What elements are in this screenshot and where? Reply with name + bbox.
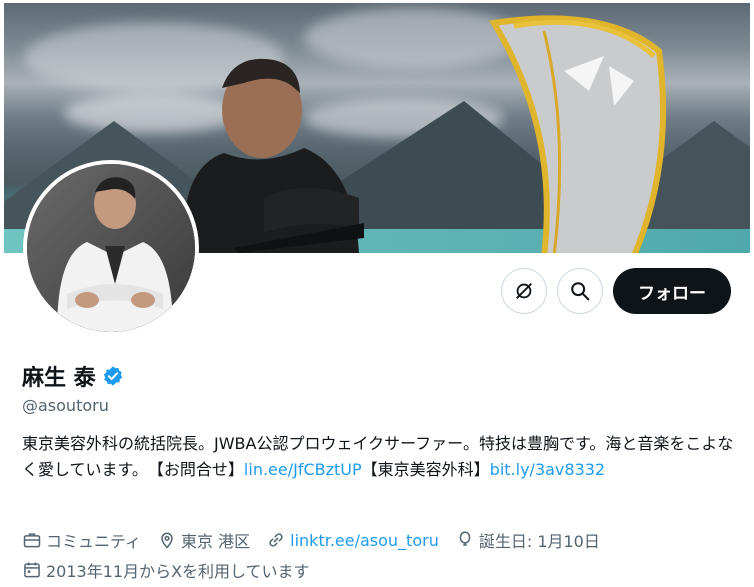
- avatar-photo: [27, 164, 195, 332]
- banner-kite-figure: [489, 15, 667, 253]
- grok-button[interactable]: [501, 268, 547, 314]
- link-icon: [269, 533, 283, 547]
- profile-meta: コミュニティ 東京 港区 linktr.ee/asou_toru 誕生日: 1月…: [22, 528, 616, 552]
- meta-location: 東京 港区: [157, 528, 250, 552]
- balloon-icon: [459, 531, 471, 546]
- location-pin-icon: [161, 532, 173, 549]
- profile-bio: 東京美容外科の統括院長。JWBA公認プロウェイクサーファー。特技は豊胸です。海と…: [22, 431, 734, 483]
- profile-avatar[interactable]: [23, 160, 199, 336]
- meta-birthday-label: 誕生日: 1月10日: [478, 532, 600, 551]
- follow-button[interactable]: フォロー: [613, 268, 731, 314]
- meta-joined: 2013年11月からXを利用しています: [22, 558, 310, 582]
- profile-handle: @asoutoru: [22, 396, 109, 415]
- meta-location-label: 東京 港区: [181, 532, 251, 551]
- grok-icon: [516, 283, 532, 299]
- profile-name: 麻生 泰: [22, 366, 96, 391]
- meta-category-label: コミュニティ: [46, 532, 142, 551]
- meta-joined-label: 2013年11月からXを利用しています: [46, 562, 310, 581]
- bio-text-2: 【東京美容外科】: [361, 460, 490, 479]
- search-button[interactable]: [557, 268, 603, 314]
- meta-category: コミュニティ: [22, 528, 141, 552]
- profile-name-row: 麻生 泰: [22, 360, 124, 392]
- calendar-icon: [24, 562, 40, 578]
- meta-website-link[interactable]: linktr.ee/asou_toru: [290, 531, 439, 550]
- meta-birthday: 誕生日: 1月10日: [455, 528, 600, 552]
- verified-badge-icon[interactable]: [102, 365, 124, 387]
- briefcase-icon: [23, 533, 41, 548]
- search-icon: [571, 282, 590, 301]
- meta-website[interactable]: linktr.ee/asou_toru: [266, 530, 439, 550]
- bio-link-bitly[interactable]: bit.ly/3av8332: [490, 460, 605, 479]
- bio-link-line[interactable]: lin.ee/JfCBztUP: [244, 460, 362, 479]
